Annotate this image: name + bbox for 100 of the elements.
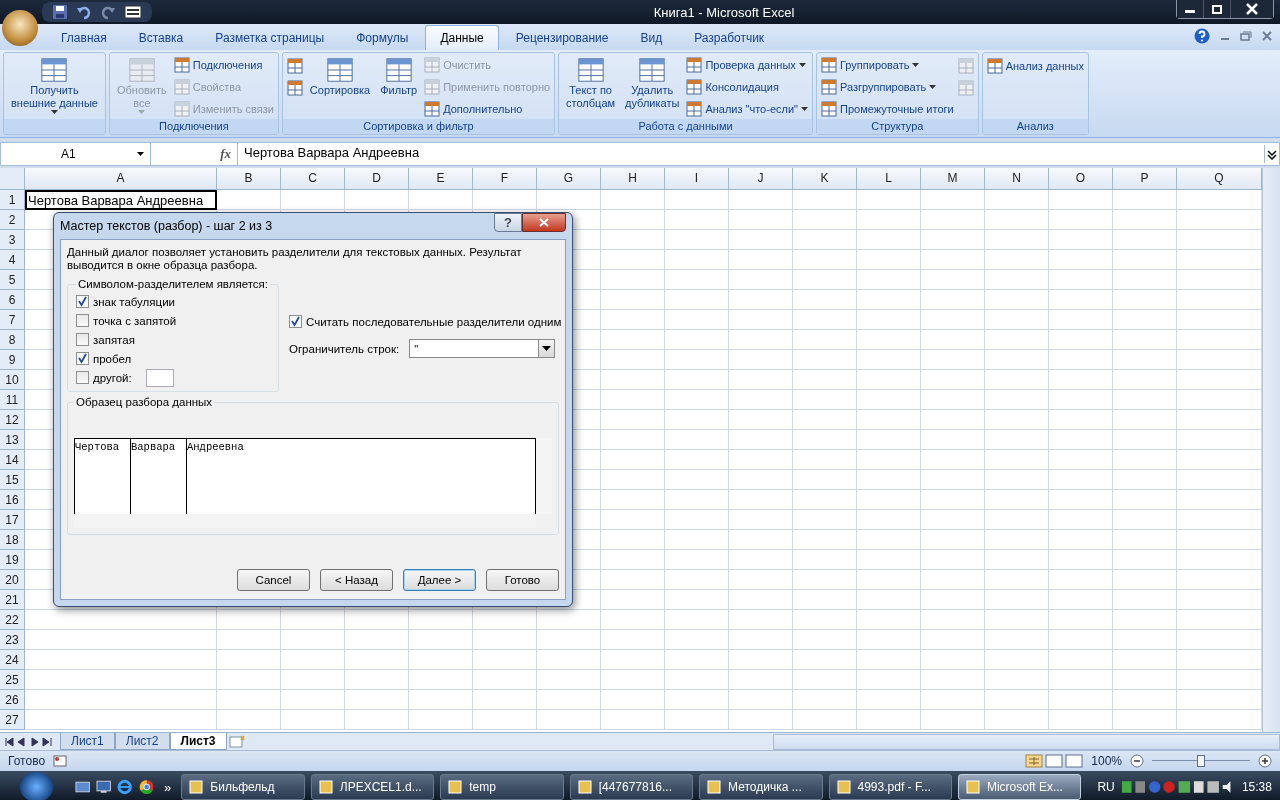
- cell[interactable]: [793, 370, 857, 390]
- taskbar-button[interactable]: Методичка ...: [699, 774, 823, 800]
- cell[interactable]: [601, 410, 665, 430]
- cell[interactable]: [665, 490, 729, 510]
- cell[interactable]: [345, 670, 409, 690]
- cell[interactable]: [665, 410, 729, 430]
- cell[interactable]: [857, 210, 921, 230]
- cell[interactable]: [793, 650, 857, 670]
- cell[interactable]: [793, 350, 857, 370]
- ribbon-button[interactable]: Получить внешние данные: [8, 54, 101, 116]
- save-icon[interactable]: [52, 4, 68, 20]
- column-header[interactable]: A: [25, 168, 217, 190]
- taskbar-button[interactable]: 4993.pdf - F...: [828, 774, 952, 800]
- cell[interactable]: [1113, 270, 1177, 290]
- cell[interactable]: [793, 250, 857, 270]
- cell[interactable]: [1049, 350, 1113, 370]
- cell[interactable]: [217, 610, 281, 630]
- column-header[interactable]: D: [345, 168, 409, 190]
- cell[interactable]: [921, 350, 985, 370]
- cell[interactable]: [1113, 330, 1177, 350]
- cell[interactable]: [1113, 370, 1177, 390]
- cell[interactable]: [217, 650, 281, 670]
- cell[interactable]: [921, 430, 985, 450]
- row-header[interactable]: 4: [0, 250, 25, 270]
- cell[interactable]: [857, 290, 921, 310]
- cell[interactable]: [729, 410, 793, 430]
- ribbon-button[interactable]: Промежуточные итоги: [821, 99, 954, 118]
- cell[interactable]: [601, 610, 665, 630]
- ribbon-button[interactable]: [286, 56, 303, 75]
- cell[interactable]: [1049, 690, 1113, 710]
- cell[interactable]: [1049, 570, 1113, 590]
- cell[interactable]: [473, 630, 537, 650]
- cell[interactable]: [537, 690, 601, 710]
- dialog-button[interactable]: Далее >: [403, 569, 476, 591]
- ribbon-button[interactable]: Фильтр: [377, 54, 421, 99]
- row-header[interactable]: 27: [0, 710, 25, 730]
- cell[interactable]: [729, 330, 793, 350]
- cell[interactable]: [921, 390, 985, 410]
- cell[interactable]: [857, 310, 921, 330]
- help-button[interactable]: ?: [494, 213, 522, 232]
- cell[interactable]: [1113, 530, 1177, 550]
- cell[interactable]: [665, 470, 729, 490]
- select-all-button[interactable]: [0, 168, 25, 190]
- cell[interactable]: [601, 490, 665, 510]
- cell[interactable]: [537, 610, 601, 630]
- cell[interactable]: [921, 590, 985, 610]
- cell[interactable]: [1049, 630, 1113, 650]
- cell[interactable]: [921, 450, 985, 470]
- column-header[interactable]: O: [1049, 168, 1113, 190]
- cell[interactable]: [1113, 290, 1177, 310]
- cell[interactable]: [473, 690, 537, 710]
- monitor-icon[interactable]: [96, 779, 112, 795]
- cell[interactable]: [857, 430, 921, 450]
- cell[interactable]: [537, 710, 601, 730]
- cell[interactable]: [857, 450, 921, 470]
- cell[interactable]: [473, 710, 537, 730]
- cell[interactable]: [1113, 410, 1177, 430]
- cell[interactable]: [985, 450, 1049, 470]
- minimize-icon[interactable]: [1177, 0, 1204, 18]
- cell[interactable]: [857, 710, 921, 730]
- cell[interactable]: [1113, 630, 1177, 650]
- start-button[interactable]: [20, 772, 53, 800]
- cell[interactable]: [729, 230, 793, 250]
- qualifier-dropdown[interactable]: ": [409, 339, 556, 358]
- cell[interactable]: [345, 650, 409, 670]
- taskbar-button[interactable]: [447677816...: [569, 774, 694, 800]
- cell[interactable]: [729, 510, 793, 530]
- cell[interactable]: [601, 590, 665, 610]
- cell[interactable]: [985, 210, 1049, 230]
- cell[interactable]: [1049, 610, 1113, 630]
- cell[interactable]: [601, 190, 665, 210]
- cell[interactable]: [217, 670, 281, 690]
- cell[interactable]: [921, 270, 985, 290]
- cell[interactable]: [793, 210, 857, 230]
- cell[interactable]: [857, 470, 921, 490]
- cell[interactable]: [1113, 230, 1177, 250]
- cell[interactable]: [857, 410, 921, 430]
- cell[interactable]: [921, 550, 985, 570]
- cell[interactable]: [281, 670, 345, 690]
- row-header[interactable]: 2: [0, 210, 25, 230]
- cell[interactable]: [1049, 430, 1113, 450]
- cell[interactable]: [25, 630, 217, 650]
- cell[interactable]: [921, 710, 985, 730]
- cell[interactable]: [985, 390, 1049, 410]
- cell[interactable]: [985, 290, 1049, 310]
- redo-icon[interactable]: [100, 4, 116, 20]
- cell[interactable]: [1113, 710, 1177, 730]
- cell[interactable]: [793, 630, 857, 650]
- cell[interactable]: [217, 190, 281, 210]
- cell[interactable]: [1049, 370, 1113, 390]
- cell[interactable]: [921, 630, 985, 650]
- cell[interactable]: [1049, 710, 1113, 730]
- horizontal-scrollbar[interactable]: [74, 514, 536, 528]
- cell[interactable]: [665, 350, 729, 370]
- ribbon-tab[interactable]: Вид: [625, 25, 678, 50]
- sheet-tab[interactable]: Лист1: [60, 733, 115, 750]
- cell[interactable]: [409, 690, 473, 710]
- cell[interactable]: [1113, 390, 1177, 410]
- checkbox[interactable]: [76, 371, 89, 384]
- cell[interactable]: [1049, 310, 1113, 330]
